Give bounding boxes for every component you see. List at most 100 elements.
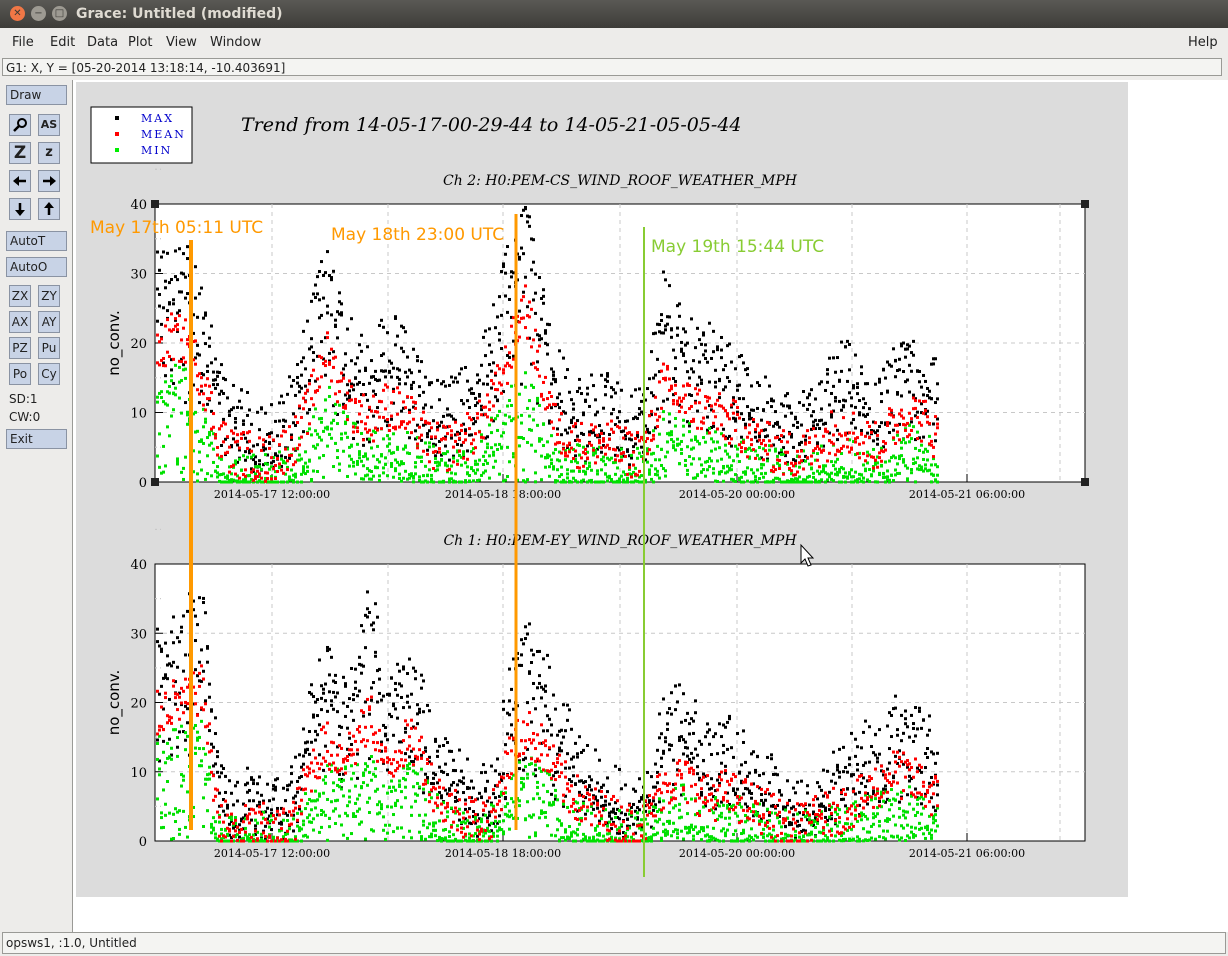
data-point: [318, 269, 321, 273]
data-point: [178, 809, 181, 813]
data-point: [200, 759, 203, 763]
data-point: [508, 351, 511, 355]
data-point: [300, 480, 303, 484]
data-point: [358, 369, 361, 373]
data-point: [486, 446, 489, 450]
data-point: [504, 252, 507, 256]
data-point: [356, 356, 359, 360]
data-point: [200, 438, 203, 442]
data-point: [708, 742, 711, 746]
data-point: [312, 358, 315, 362]
data-point: [422, 410, 425, 414]
data-point: [632, 450, 635, 454]
data-point: [872, 466, 875, 470]
data-point: [858, 413, 861, 417]
data-point: [708, 426, 711, 430]
data-point: [728, 714, 731, 718]
data-point: [894, 456, 897, 460]
data-point: [360, 459, 363, 463]
data-point: [662, 331, 665, 335]
data-point: [388, 428, 391, 432]
data-point: [930, 439, 933, 443]
data-point: [356, 462, 359, 466]
data-point: [814, 397, 817, 401]
data-point: [322, 810, 325, 814]
data-point: [878, 752, 881, 756]
data-point: [274, 785, 277, 789]
data-point: [902, 370, 905, 374]
data-point: [908, 735, 911, 739]
data-point: [788, 404, 791, 408]
data-point: [692, 417, 695, 421]
data-point: [484, 770, 487, 774]
data-point: [446, 450, 449, 454]
data-point: [798, 823, 801, 827]
data-point: [460, 367, 463, 371]
data-point: [274, 788, 277, 792]
data-point: [436, 754, 439, 758]
data-point: [592, 807, 595, 811]
data-point: [314, 806, 317, 810]
data-point: [178, 365, 181, 369]
graph-2[interactable]: 0102030402014-05-17 12:00:00 2014-05-18 1…: [105, 528, 1086, 860]
data-point: [172, 615, 175, 619]
data-point: [638, 469, 641, 473]
data-point: [280, 454, 283, 458]
data-point: [736, 413, 739, 417]
data-point: [702, 333, 705, 337]
data-point: [244, 474, 247, 478]
data-point: [418, 436, 421, 440]
data-point: [566, 472, 569, 476]
data-point: [548, 403, 551, 407]
data-point: [872, 447, 875, 451]
data-point: [178, 730, 181, 734]
data-point: [844, 433, 847, 437]
data-point: [302, 396, 305, 400]
data-point: [506, 445, 509, 449]
data-point: [372, 760, 375, 764]
data-point: [490, 431, 493, 435]
data-point: [730, 437, 733, 441]
data-point: [220, 424, 223, 428]
data-point: [434, 454, 437, 458]
data-point: [568, 766, 571, 770]
data-point: [524, 207, 527, 211]
data-point: [256, 821, 259, 825]
data-point: [170, 746, 173, 750]
data-point: [652, 429, 655, 433]
data-point: [858, 456, 861, 460]
data-point: [472, 810, 475, 814]
data-point: [420, 455, 423, 459]
data-point: [716, 440, 719, 444]
data-point: [466, 457, 469, 461]
data-point: [522, 252, 525, 256]
data-point: [356, 442, 359, 446]
data-point: [282, 818, 285, 822]
data-point: [926, 733, 929, 737]
data-point: [342, 376, 345, 380]
data-point: [812, 471, 815, 475]
data-point: [848, 763, 851, 767]
data-point: [368, 428, 371, 432]
data-point: [524, 625, 527, 629]
data-point: [180, 784, 183, 788]
data-point: [792, 423, 795, 427]
data-point: [534, 471, 537, 475]
data-point: [488, 327, 491, 331]
data-point: [500, 434, 503, 438]
data-point: [384, 375, 387, 379]
data-point: [758, 384, 761, 388]
data-point: [240, 406, 243, 410]
data-point: [914, 399, 917, 403]
data-point: [256, 410, 259, 414]
data-point: [876, 433, 879, 437]
data-point: [692, 370, 695, 374]
data-point: [308, 382, 311, 386]
data-point: [724, 443, 727, 447]
data-point: [784, 825, 787, 829]
data-point: [394, 425, 397, 429]
trend-chart[interactable]: MAX MEAN MIN Trend from 14-05-17-00-29-4…: [0, 0, 1228, 956]
data-point: [242, 454, 245, 458]
data-point: [878, 800, 881, 804]
data-point: [214, 386, 217, 390]
